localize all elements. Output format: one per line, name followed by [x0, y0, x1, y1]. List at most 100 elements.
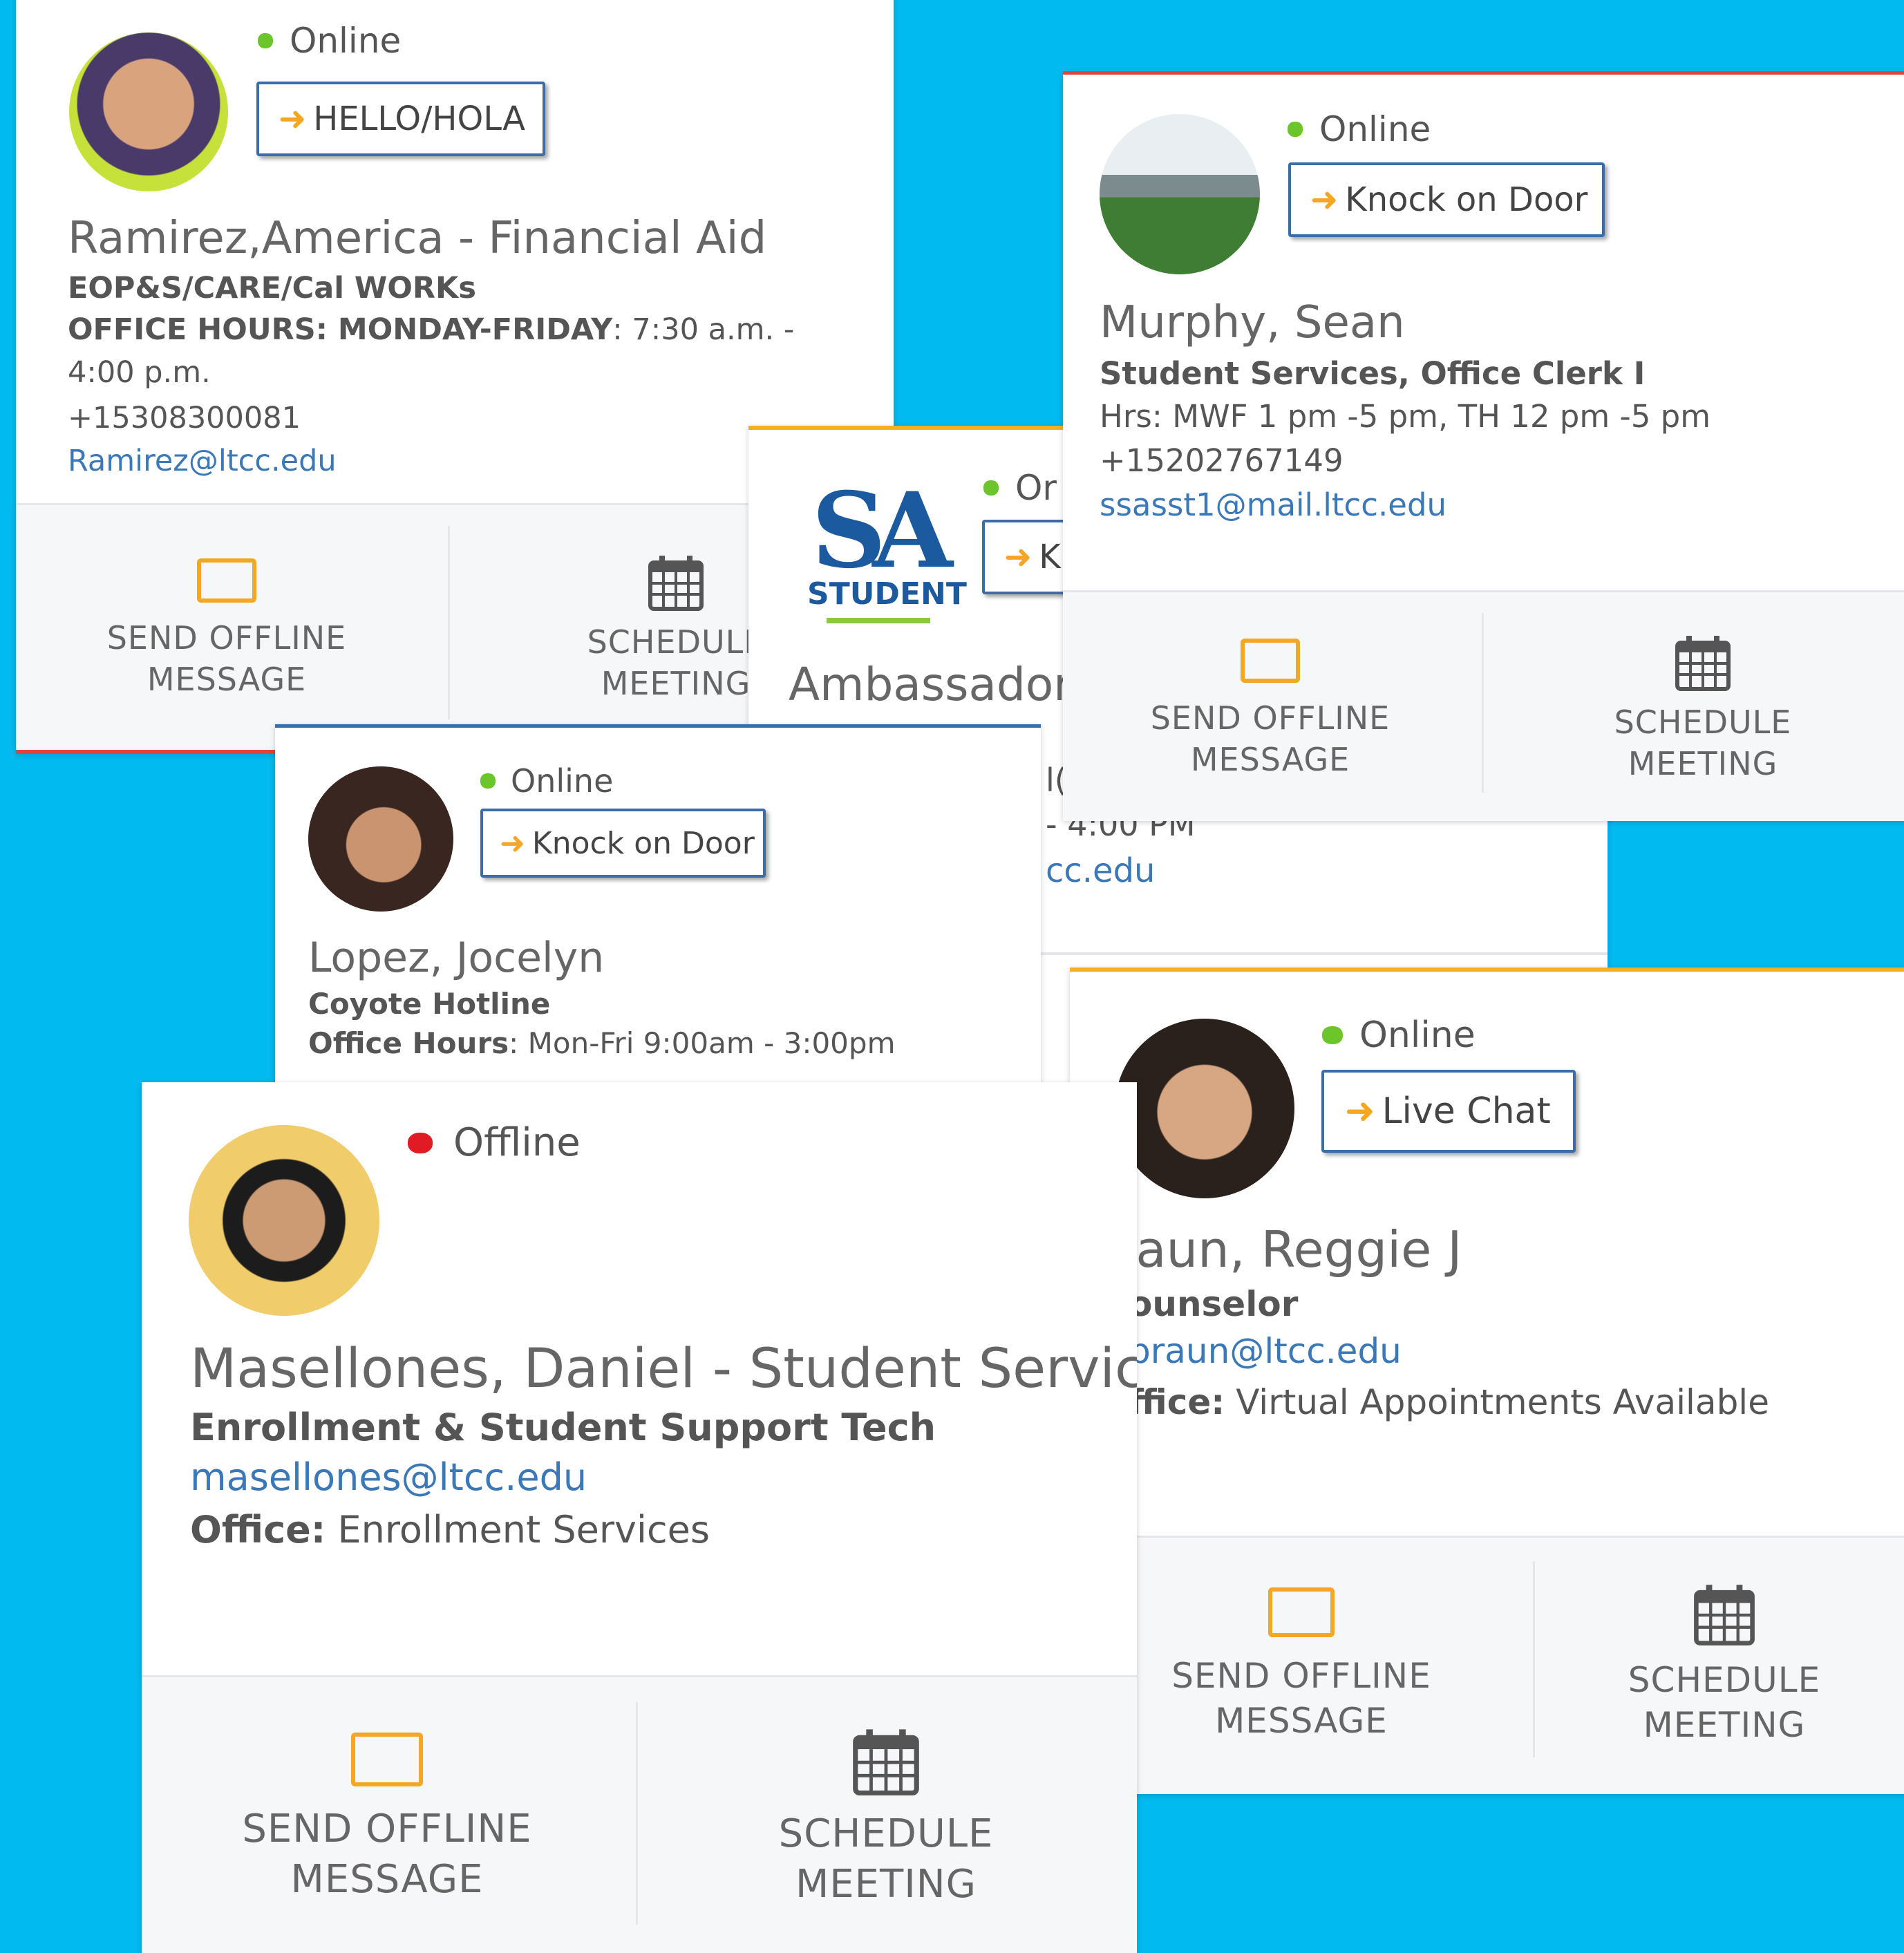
job-title-label: ounselor: [1129, 1284, 1299, 1324]
logo-underline: [827, 618, 930, 623]
staff-card-braun: Online ➜ Live Chat 3raun, Reggie J ounse…: [1070, 968, 1904, 1794]
logo-text: STUDENT: [807, 576, 967, 612]
button-label: Live Chat: [1382, 1091, 1551, 1132]
email-link[interactable]: cc.edu: [1046, 851, 1155, 890]
office-location: ffice: Virtual Appointments Available: [1129, 1382, 1769, 1422]
job-title: Student Services, Office Clerk I: [1100, 355, 1645, 392]
staff-name: Ambassador,: [789, 658, 1087, 711]
card-actions: SEND OFFLINE MESSAGE SCHEDULE MEETING: [1063, 590, 1904, 821]
calendar-icon: [1694, 1583, 1755, 1645]
divider: [636, 1702, 638, 1925]
envelope-icon: [1241, 639, 1300, 683]
send-offline-message-button[interactable]: SEND OFFLINE MESSAGE: [16, 505, 437, 750]
department: EOP&S/CARE/Cal WORKs: [68, 271, 476, 305]
status-label: Online: [511, 762, 614, 800]
email-link[interactable]: masellones@ltcc.edu: [190, 1455, 587, 1499]
staff-name: Lopez, Jocelyn: [308, 934, 605, 982]
office-label: ffice:: [1129, 1382, 1225, 1422]
status-label: Online: [290, 21, 402, 61]
enter-arrow-icon: ➜: [1310, 180, 1339, 219]
button-label: Knock on Door: [1345, 180, 1588, 219]
action-label: SEND OFFLINE: [242, 1806, 532, 1852]
avatar: [1100, 114, 1260, 274]
divider: [1482, 613, 1484, 793]
office-value: Enrollment Services: [326, 1508, 710, 1551]
status-label: Offline: [453, 1120, 581, 1165]
calendar-icon: [648, 554, 704, 612]
hello-hola-button[interactable]: ➜ HELLO/HOLA: [256, 82, 545, 156]
office-hours-value: : Mon-Fri 9:00am - 3:00pm: [509, 1026, 896, 1060]
knock-on-door-button[interactable]: ➜ Knock on Door: [1288, 162, 1605, 237]
student-ambassador-logo: SA STUDENT: [807, 470, 967, 632]
staff-card-masellones: Offline Masellones, Daniel - Student Ser…: [142, 1082, 1137, 1953]
live-chat-button[interactable]: ➜ Live Chat: [1321, 1070, 1576, 1153]
avatar: [69, 32, 228, 191]
send-offline-message-button[interactable]: SEND OFFLINE MESSAGE: [1070, 1538, 1533, 1793]
calendar-icon: [853, 1728, 919, 1796]
status-indicator: Offline: [408, 1120, 581, 1165]
send-offline-message-button[interactable]: SEND OFFLINE MESSAGE: [142, 1677, 632, 1953]
action-label: MEETING: [601, 665, 751, 702]
action-label: MEETING: [795, 1862, 977, 1907]
email-link[interactable]: braun@ltcc.edu: [1129, 1331, 1402, 1371]
envelope-icon: [197, 558, 256, 603]
action-label: SCHEDULE: [778, 1811, 994, 1857]
action-label: MESSAGE: [290, 1857, 484, 1902]
job-title-label: Student Services, Office Clerk I: [1100, 355, 1646, 392]
action-label: SCHEDULE: [1628, 1660, 1821, 1700]
button-label: K: [1039, 538, 1061, 576]
schedule-meeting-button[interactable]: SCHEDULE MEETING: [641, 1677, 1131, 1953]
knock-on-door-button[interactable]: ➜ Knock on Door: [480, 809, 766, 878]
staff-name: Murphy, Sean: [1100, 297, 1405, 348]
send-offline-message-button[interactable]: SEND OFFLINE MESSAGE: [1063, 592, 1478, 821]
action-label: MESSAGE: [147, 661, 307, 698]
department-label: EOP&S/CARE/Cal WORKs: [68, 271, 476, 305]
phone-number: +15308300081: [68, 401, 301, 435]
office-hours-value: : 7:30 a.m. -: [612, 312, 795, 347]
action-label: MEETING: [1628, 745, 1778, 782]
email-link[interactable]: Ramirez@ltcc.edu: [68, 444, 337, 478]
enter-arrow-icon: ➜: [279, 100, 307, 138]
job-title-label: Enrollment & Student Support Tech: [190, 1406, 936, 1449]
status-dot-icon: [983, 480, 999, 496]
status-dot-icon: [480, 773, 496, 789]
staff-card-murphy: Online ➜ Knock on Door Murphy, Sean Stud…: [1063, 71, 1904, 821]
action-label: SEND OFFLINE: [1150, 699, 1391, 737]
calendar-icon: [1675, 634, 1731, 692]
action-label: SCHEDULE: [587, 623, 765, 661]
status-dot-icon: [1322, 1026, 1343, 1044]
schedule-meeting-button[interactable]: SCHEDULE MEETING: [1486, 592, 1904, 821]
status-label: Online: [1319, 109, 1431, 149]
envelope-icon: [351, 1733, 423, 1787]
status-indicator: Online: [258, 21, 401, 61]
divider: [1533, 1561, 1535, 1757]
enter-arrow-icon: ➜: [1004, 538, 1033, 576]
email-link[interactable]: ssasst1@mail.ltcc.edu: [1100, 487, 1446, 523]
avatar: [308, 766, 453, 912]
action-label: SCHEDULE: [1614, 704, 1792, 742]
phone-number: +15202767149: [1100, 442, 1344, 479]
card-actions: SEND OFFLINE MESSAGE SCHEDULE MEETING: [1070, 1536, 1904, 1793]
divider: [448, 526, 450, 719]
avatar: [1115, 1019, 1294, 1198]
status-indicator: Online: [1288, 109, 1431, 149]
staff-name: Ramirez,America - Financial Aid: [68, 213, 767, 264]
status-indicator: Or: [983, 468, 1057, 508]
status-dot-icon: [1288, 122, 1303, 137]
status-indicator: Online: [1322, 1015, 1476, 1056]
action-label: MEETING: [1643, 1705, 1806, 1745]
status-indicator: Online: [480, 762, 613, 800]
status-dot-icon: [408, 1132, 433, 1153]
action-label: SEND OFFLINE: [1171, 1656, 1431, 1696]
office-hours: Office Hours: Mon-Fri 9:00am - 3:00pm: [308, 1026, 895, 1060]
button-label: Knock on Door: [531, 825, 755, 861]
status-dot-icon: [258, 33, 273, 48]
office-value: Virtual Appointments Available: [1225, 1382, 1769, 1422]
schedule-meeting-button[interactable]: SCHEDULE MEETING: [1536, 1538, 1904, 1793]
card-actions: SEND OFFLINE MESSAGE SCHEDULE MEETING: [142, 1675, 1137, 1953]
enter-arrow-icon: ➜: [1345, 1091, 1375, 1132]
office-hours-cont: 4:00 p.m.: [68, 355, 211, 390]
envelope-icon: [1268, 1587, 1335, 1637]
office-location: Office: Enrollment Services: [190, 1508, 710, 1551]
action-label: SEND OFFLINE: [106, 619, 347, 657]
